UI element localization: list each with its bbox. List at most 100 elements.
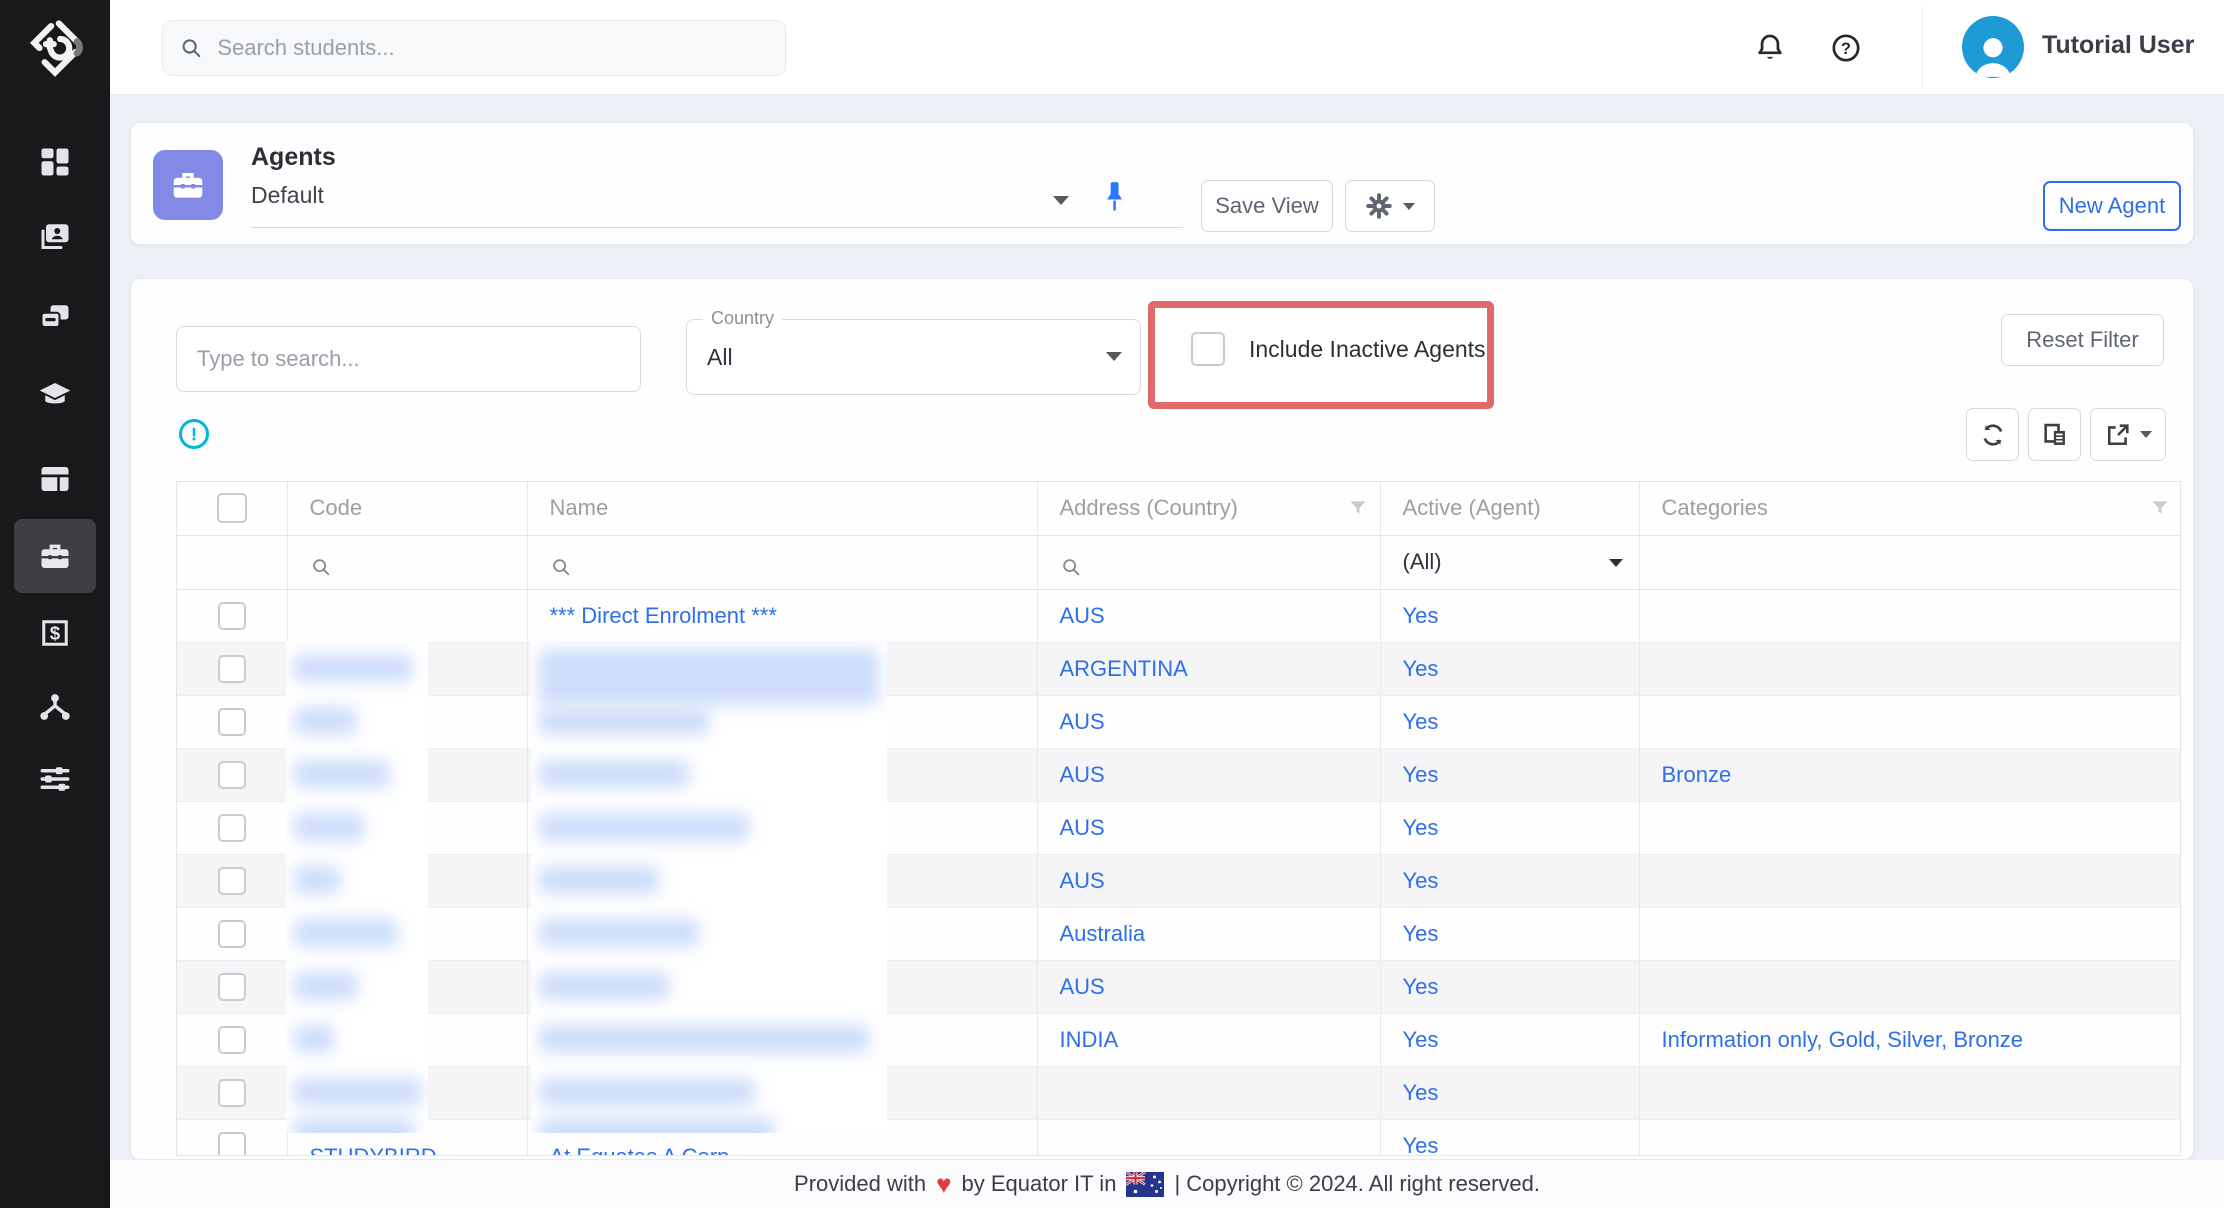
row-checkbox[interactable]: [218, 867, 246, 895]
table-row[interactable]: AUS Yes Bronze: [177, 748, 2181, 801]
cell-address[interactable]: AUS: [1037, 695, 1380, 748]
filter-cell-address[interactable]: [1037, 535, 1380, 589]
cell-address[interactable]: INDIA: [1037, 1013, 1380, 1066]
cell-name[interactable]: *** Direct Enrolment ***: [527, 589, 1037, 642]
cell-categories[interactable]: [1639, 1066, 2181, 1119]
grid-search-field[interactable]: [176, 326, 641, 392]
sidebar-item-workflows[interactable]: [14, 670, 96, 744]
filter-cell-name[interactable]: [527, 535, 1037, 589]
cell-categories[interactable]: [1639, 589, 2181, 642]
table-row[interactable]: AUS Yes: [177, 960, 2181, 1013]
app-logo[interactable]: [0, 0, 110, 95]
cell-categories[interactable]: [1639, 695, 2181, 748]
cell-active[interactable]: Yes: [1380, 642, 1639, 695]
global-search-input[interactable]: [217, 35, 769, 61]
avatar[interactable]: [1962, 16, 2024, 78]
column-header-active[interactable]: Active (Agent): [1380, 482, 1639, 535]
sidebar-item-dashboard[interactable]: [14, 125, 96, 199]
reset-filter-button[interactable]: Reset Filter: [2001, 314, 2164, 366]
sidebar-item-finance[interactable]: $: [14, 596, 96, 670]
cell-active[interactable]: Yes: [1380, 695, 1639, 748]
row-checkbox[interactable]: [218, 602, 246, 630]
column-chooser-button[interactable]: [2028, 408, 2081, 461]
filter-cell-code[interactable]: [287, 535, 527, 589]
cell-active[interactable]: Yes: [1380, 1066, 1639, 1119]
cell-address[interactable]: [1037, 1119, 1380, 1156]
sidebar-item-agents[interactable]: [14, 519, 96, 593]
cell-address[interactable]: AUS: [1037, 748, 1380, 801]
cell-address[interactable]: Australia: [1037, 907, 1380, 960]
cell-categories[interactable]: [1639, 960, 2181, 1013]
column-header-code[interactable]: Code: [287, 482, 527, 535]
notifications-button[interactable]: [1750, 28, 1790, 68]
table-row[interactable]: AUS Yes: [177, 801, 2181, 854]
help-button[interactable]: ?: [1826, 28, 1866, 68]
table-row[interactable]: INDIA Yes Information only, Gold, Silver…: [177, 1013, 2181, 1066]
cell-active[interactable]: Yes: [1380, 748, 1639, 801]
row-checkbox[interactable]: [218, 761, 246, 789]
cell-address[interactable]: AUS: [1037, 960, 1380, 1013]
country-select[interactable]: Country All: [686, 319, 1141, 395]
refresh-button[interactable]: [1966, 408, 2019, 461]
sidebar-item-courses[interactable]: [14, 358, 96, 432]
table-row[interactable]: AUS Yes: [177, 695, 2181, 748]
table-row[interactable]: Yes: [177, 1066, 2181, 1119]
settings-dropdown-button[interactable]: [1345, 180, 1435, 232]
grid-search-input[interactable]: [197, 346, 620, 372]
column-header-categories[interactable]: Categories: [1639, 482, 2181, 535]
pin-button[interactable]: [1097, 177, 1131, 222]
cell-active[interactable]: Yes: [1380, 589, 1639, 642]
row-checkbox[interactable]: [218, 1026, 246, 1054]
sidebar-item-students[interactable]: [14, 200, 96, 274]
cell-categories[interactable]: [1639, 854, 2181, 907]
table-row[interactable]: *** Direct Enrolment *** AUS Yes: [177, 589, 2181, 642]
cell-active[interactable]: Yes: [1380, 854, 1639, 907]
select-all-checkbox[interactable]: [217, 493, 247, 523]
save-view-button[interactable]: Save View: [1201, 180, 1333, 232]
include-inactive-checkbox[interactable]: [1191, 332, 1225, 366]
row-checkbox[interactable]: [218, 655, 246, 683]
user-name[interactable]: Tutorial User: [2042, 31, 2194, 60]
view-selector-caret-icon[interactable]: [1053, 196, 1069, 205]
cell-categories[interactable]: Bronze: [1639, 748, 2181, 801]
column-header-address[interactable]: Address (Country): [1037, 482, 1380, 535]
filter-funnel-icon[interactable]: [2150, 498, 2170, 518]
cell-active[interactable]: Yes: [1380, 960, 1639, 1013]
cell-categories[interactable]: [1639, 907, 2181, 960]
row-checkbox[interactable]: [218, 1132, 246, 1157]
filter-cell-active[interactable]: (All): [1380, 535, 1639, 589]
sidebar-item-applications[interactable]: [14, 281, 96, 355]
sidebar-item-settings[interactable]: [14, 742, 96, 816]
cell-address[interactable]: AUS: [1037, 801, 1380, 854]
table-row[interactable]: ARGENTINA Yes: [177, 642, 2181, 695]
table-row[interactable]: AUS Yes: [177, 854, 2181, 907]
global-search[interactable]: [162, 20, 786, 76]
cell-address[interactable]: AUS: [1037, 589, 1380, 642]
column-header-name[interactable]: Name: [527, 482, 1037, 535]
sidebar-item-reports[interactable]: [14, 442, 96, 516]
cell-categories[interactable]: Information only, Gold, Silver, Bronze: [1639, 1013, 2181, 1066]
info-icon[interactable]: [179, 419, 209, 449]
cell-address[interactable]: [1037, 1066, 1380, 1119]
row-checkbox[interactable]: [218, 1079, 246, 1107]
new-agent-button[interactable]: New Agent: [2043, 181, 2181, 231]
cell-active[interactable]: Yes: [1380, 1119, 1639, 1156]
row-checkbox[interactable]: [218, 973, 246, 1001]
cell-active[interactable]: Yes: [1380, 801, 1639, 854]
include-inactive-label[interactable]: Include Inactive Agents: [1249, 336, 1486, 363]
cell-categories[interactable]: [1639, 801, 2181, 854]
filter-cell-categories[interactable]: [1639, 535, 2181, 589]
cell-address[interactable]: AUS: [1037, 854, 1380, 907]
export-button[interactable]: [2090, 408, 2166, 461]
row-checkbox[interactable]: [218, 814, 246, 842]
cell-categories[interactable]: [1639, 642, 2181, 695]
cell-active[interactable]: Yes: [1380, 1013, 1639, 1066]
table-row[interactable]: STUDYBIRD At Equatas A Corp. Yes: [177, 1119, 2181, 1156]
cell-active[interactable]: Yes: [1380, 907, 1639, 960]
cell-address[interactable]: ARGENTINA: [1037, 642, 1380, 695]
filter-funnel-icon[interactable]: [1348, 498, 1368, 518]
table-row[interactable]: Australia Yes: [177, 907, 2181, 960]
row-checkbox[interactable]: [218, 920, 246, 948]
cell-categories[interactable]: [1639, 1119, 2181, 1156]
view-selector-value[interactable]: Default: [251, 182, 324, 209]
